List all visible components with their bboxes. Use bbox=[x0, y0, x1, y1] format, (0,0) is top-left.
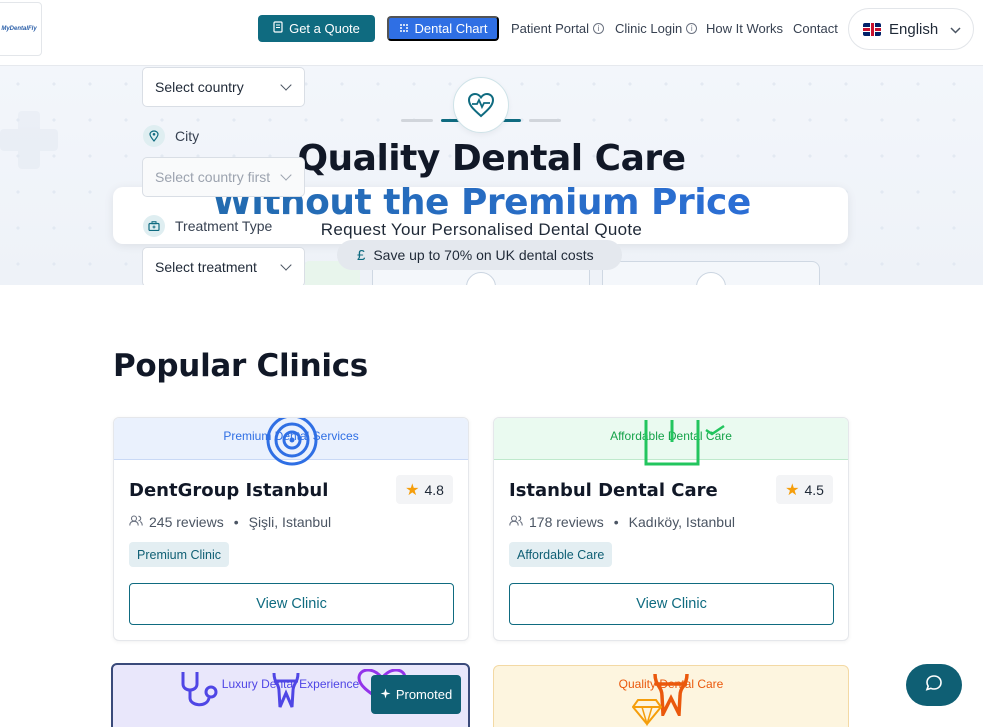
dental-chart-label: Dental Chart bbox=[414, 21, 488, 36]
document-icon bbox=[273, 21, 283, 36]
city-label: City bbox=[175, 128, 200, 144]
clinic-location: Kadıköy, Istanbul bbox=[628, 514, 735, 530]
city-select-value: Select country first bbox=[155, 169, 271, 185]
chevron-down-icon bbox=[280, 79, 292, 91]
chevron-down-icon bbox=[280, 259, 292, 271]
star-icon: ★ bbox=[785, 481, 800, 499]
progress-step bbox=[529, 119, 561, 122]
logo-text: MyDentalFly bbox=[1, 26, 37, 32]
clinic-rating: ★ 4.5 bbox=[776, 475, 833, 504]
treatment-field-label: Treatment Type bbox=[143, 215, 272, 237]
savings-text: Save up to 70% on UK dental costs bbox=[373, 247, 594, 263]
language-selector[interactable]: English bbox=[848, 8, 974, 50]
treatment-label: Treatment Type bbox=[175, 218, 273, 234]
get-quote-label: Get a Quote bbox=[289, 21, 360, 36]
gem-icon bbox=[631, 696, 663, 727]
grid-icon bbox=[399, 21, 409, 36]
pound-icon: £ bbox=[357, 246, 366, 264]
city-select[interactable]: Select country first bbox=[142, 157, 305, 197]
chat-button[interactable] bbox=[906, 664, 962, 706]
clinic-badge: Affordable Care bbox=[509, 542, 613, 567]
hero-section: Quality Dental Care Without the Premium … bbox=[0, 66, 983, 285]
separator: • bbox=[613, 514, 619, 530]
nav-how-it-works[interactable]: How It Works bbox=[706, 21, 783, 36]
nav-label: Contact bbox=[793, 21, 838, 36]
promoted-badge: Promoted bbox=[371, 675, 461, 714]
nav-patient-portal[interactable]: Patient Portal i bbox=[511, 21, 605, 36]
popular-clinics-title: Popular Clinics bbox=[113, 348, 368, 384]
map-pin-icon bbox=[143, 125, 165, 147]
medical-case-icon bbox=[143, 215, 165, 237]
view-clinic-button[interactable]: View Clinic bbox=[129, 583, 454, 625]
treatment-select-value: Select treatment bbox=[155, 259, 257, 275]
logo[interactable]: MyDentalFly bbox=[0, 2, 42, 56]
clinic-name: Istanbul Dental Care bbox=[509, 480, 718, 501]
nav-clinic-login[interactable]: Clinic Login i bbox=[615, 21, 698, 36]
nav-label: How It Works bbox=[706, 21, 784, 36]
star-icon: ★ bbox=[405, 481, 420, 499]
review-count: 245 reviews bbox=[149, 514, 224, 530]
clinic-card: Affordable Dental Care Istanbul Dental C… bbox=[493, 417, 849, 641]
city-field-label: City bbox=[143, 125, 199, 147]
country-select[interactable]: Select country bbox=[142, 67, 305, 107]
dental-chart-button[interactable]: Dental Chart bbox=[387, 16, 499, 41]
chat-bubble-icon bbox=[925, 674, 943, 697]
target-icon bbox=[266, 418, 318, 471]
progress-step bbox=[401, 119, 433, 122]
treatment-select[interactable]: Select treatment bbox=[142, 247, 305, 285]
sparkle-icon bbox=[380, 687, 391, 702]
clinic-meta: 178 reviews • Kadıköy, Istanbul bbox=[509, 514, 735, 530]
clinic-card-partial: Quality Dental Care bbox=[493, 665, 849, 727]
country-select-value: Select country bbox=[155, 79, 244, 95]
stethoscope-icon bbox=[179, 668, 227, 717]
tooth-icon bbox=[271, 669, 301, 714]
wallet-icon bbox=[644, 418, 726, 473]
chevron-down-icon bbox=[280, 169, 292, 181]
clinic-meta: 245 reviews • Şişli, Istanbul bbox=[129, 514, 331, 530]
clinic-rating: ★ 4.8 bbox=[396, 475, 453, 504]
nav-label: Clinic Login bbox=[615, 21, 683, 36]
get-quote-button[interactable]: Get a Quote bbox=[258, 15, 375, 42]
clinic-card: Premium Dental Services DentGroup Istanb… bbox=[113, 417, 469, 641]
nav-label: Patient Portal bbox=[511, 21, 590, 36]
users-icon bbox=[129, 515, 143, 529]
language-label: English bbox=[889, 20, 939, 38]
review-count: 178 reviews bbox=[529, 514, 604, 530]
uk-flag-icon bbox=[863, 22, 881, 36]
nav-contact[interactable]: Contact bbox=[793, 21, 838, 36]
heart-pulse-icon bbox=[453, 77, 509, 133]
site-header: MyDentalFly Get a Quote Dental Chart Pat… bbox=[0, 0, 983, 66]
chevron-down-icon bbox=[950, 21, 961, 38]
info-icon: i bbox=[593, 23, 605, 34]
clinic-badge: Premium Clinic bbox=[129, 542, 230, 567]
rating-value: 4.5 bbox=[804, 481, 824, 498]
clinic-location: Şişli, Istanbul bbox=[248, 514, 332, 530]
savings-pill: £ Save up to 70% on UK dental costs bbox=[337, 240, 622, 270]
separator: • bbox=[233, 514, 239, 530]
promoted-label: Promoted bbox=[395, 687, 453, 702]
rating-value: 4.8 bbox=[424, 481, 444, 498]
view-clinic-button[interactable]: View Clinic bbox=[509, 583, 834, 625]
clinic-name: DentGroup Istanbul bbox=[129, 480, 329, 501]
users-icon bbox=[509, 515, 523, 529]
info-icon: i bbox=[686, 23, 698, 34]
